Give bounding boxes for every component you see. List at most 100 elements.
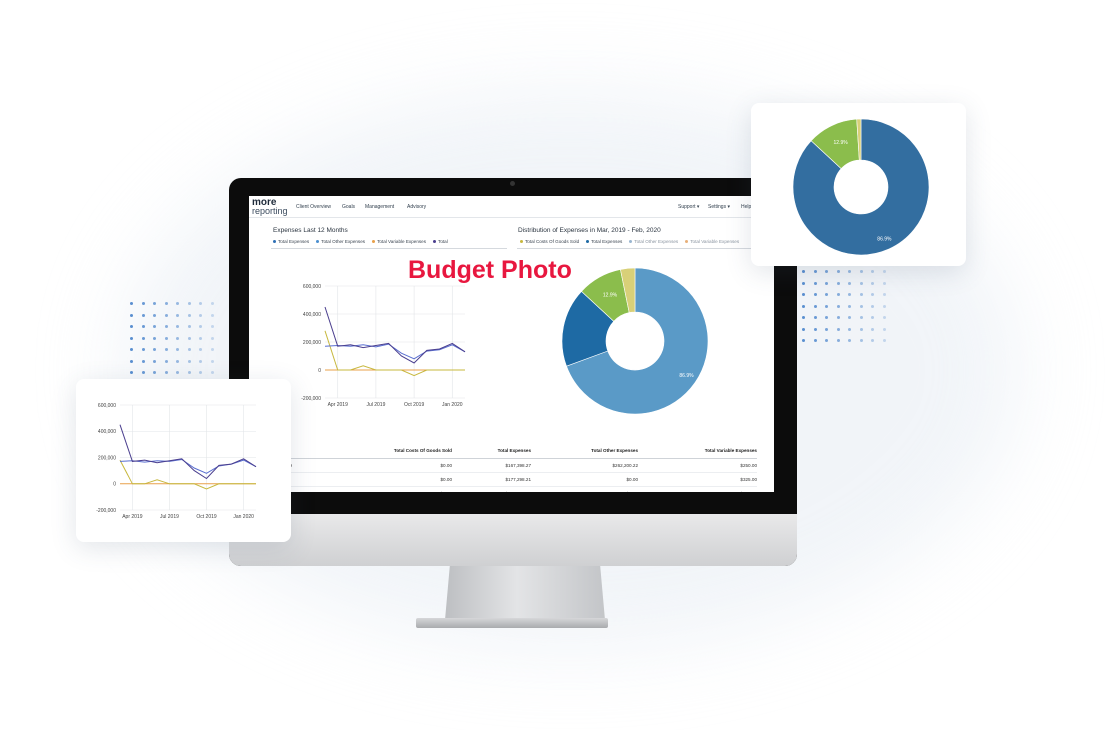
x-tick-label: Jul 2019: [366, 402, 385, 408]
th-other[interactable]: Total Other Expenses: [591, 448, 638, 453]
grid-dot: [176, 359, 179, 363]
divider: [517, 248, 774, 249]
table-cell: $0.00: [627, 491, 639, 492]
grid-dot: [187, 325, 191, 328]
grid-dot: [882, 304, 886, 308]
nav-advisory[interactable]: Advisory: [407, 204, 426, 210]
grid-dot: [176, 371, 179, 374]
nav-client-overview[interactable]: Client Overview: [296, 204, 331, 210]
grid-dot: [199, 302, 202, 305]
main-line-chart: 600,000 400,000 200,000 0 -200,000 Apr 2019 Ju…: [301, 284, 466, 408]
table-cell: $262,200.22: [612, 463, 638, 468]
table-cell: $0.00: [441, 491, 453, 492]
legend-item[interactable]: Total Expenses: [586, 239, 622, 244]
y-tick-label: -200,000: [96, 508, 116, 514]
grid-dot: [825, 270, 828, 273]
grid-dot: [871, 281, 874, 285]
slice-label: 12.9%: [834, 140, 849, 146]
line-chart-title: Expenses Last 12 Months: [273, 227, 348, 234]
grid-dot: [848, 339, 851, 342]
grid-dot: [130, 348, 133, 351]
th-expenses[interactable]: Total Expenses: [498, 448, 531, 453]
x-tick-label: Jul 2019: [160, 514, 179, 520]
webcam: [510, 181, 515, 186]
grid-dot: [882, 327, 886, 331]
grid-dot: [871, 327, 874, 331]
grid-dot: [153, 348, 156, 351]
grid-dot: [882, 293, 886, 296]
grid-dot: [153, 325, 156, 328]
grid-dot: [153, 336, 156, 340]
grid-dot: [141, 359, 145, 363]
grid-dot: [813, 316, 817, 319]
grid-dot: [802, 304, 805, 308]
grid-dot: [813, 339, 817, 342]
series-line: [119, 458, 257, 474]
app-screen: more reporting Client Overview Goals Man…: [249, 196, 774, 492]
floating-line-card: 600,000 400,000 200,000 0 -200,000 Apr 2019 Ju…: [76, 379, 291, 542]
grid-dot: [859, 281, 863, 285]
x-tick-label: Jan 2020: [233, 514, 254, 520]
y-tick-label: 200,000: [98, 455, 116, 461]
legend-item[interactable]: Total Expenses: [273, 239, 309, 244]
divider: [271, 248, 507, 249]
y-tick-label: 0: [113, 482, 116, 488]
logo-bottom-text: reporting: [252, 206, 288, 216]
grid-dot: [882, 281, 886, 285]
grid-dot: [164, 302, 168, 305]
slice-label: 86.9%: [679, 373, 694, 379]
grid-dot: [153, 359, 156, 363]
th-variable[interactable]: Total Variable Expenses: [705, 448, 757, 453]
grid-dot: [813, 293, 817, 296]
grid-dot: [141, 336, 145, 340]
legend-item[interactable]: Total Variable Expenses: [372, 239, 426, 244]
legend-item[interactable]: Total Other Expenses: [629, 239, 678, 244]
grid-dot: [199, 313, 202, 317]
legend-label: Total Other Expenses: [634, 239, 679, 244]
grid-dot: [871, 293, 874, 296]
grid-dot: [848, 327, 851, 331]
legend-label: Total: [438, 239, 448, 244]
nav-support[interactable]: Support ▾: [678, 204, 699, 210]
nav-management[interactable]: Management: [365, 204, 394, 210]
nav-settings[interactable]: Settings ▾: [708, 204, 730, 210]
main-donut-chart: 86.9% 12.9%: [561, 267, 709, 415]
table-cell: $169,217.61: [505, 491, 531, 492]
grid-dot: [187, 371, 191, 374]
grid-dot: [859, 270, 863, 273]
grid-dot: [882, 339, 886, 342]
monitor-chin: [229, 514, 797, 566]
legend-label: Total Other Expenses: [321, 239, 366, 244]
grid-dot: [130, 313, 133, 317]
th-cogs[interactable]: Total Costs Of Goods Sold: [394, 448, 452, 453]
y-tick-label: 600,000: [98, 403, 116, 409]
grid-dot: [802, 281, 805, 285]
series-line: [324, 330, 465, 377]
legend-item[interactable]: Total Costs Of Goods Sold: [520, 239, 579, 244]
pie-chart-title: Distribution of Expenses in Mar, 2019 - …: [518, 227, 661, 234]
y-tick-label: 400,000: [303, 312, 321, 318]
grid-dot: [859, 327, 863, 331]
y-tick-label: 0: [318, 368, 321, 374]
grid-dot: [848, 304, 851, 308]
legend-item[interactable]: Total Variable Expenses: [685, 239, 739, 244]
series-line: [324, 343, 466, 360]
grid-dot: [187, 313, 191, 317]
y-tick-label: 600,000: [303, 284, 321, 290]
legend-item[interactable]: Total: [433, 239, 448, 244]
grid-dot: [164, 325, 168, 328]
grid-dot: [164, 359, 168, 363]
legend-item[interactable]: Total Other Expenses: [316, 239, 365, 244]
grid-dot: [836, 339, 840, 342]
monitor-stand-foot: [416, 618, 608, 628]
grid-dot: [176, 325, 179, 328]
grid-dot: [210, 348, 214, 351]
grid-dot: [848, 316, 851, 319]
overlay-title: Budget Photo: [408, 256, 572, 284]
grid-dot: [153, 371, 156, 374]
grid-dot: [813, 304, 817, 308]
app-logo[interactable]: more reporting: [252, 198, 288, 216]
nav-goals[interactable]: Goals: [342, 204, 355, 210]
nav-help[interactable]: Help: [741, 204, 751, 210]
grid-dot: [164, 371, 168, 374]
